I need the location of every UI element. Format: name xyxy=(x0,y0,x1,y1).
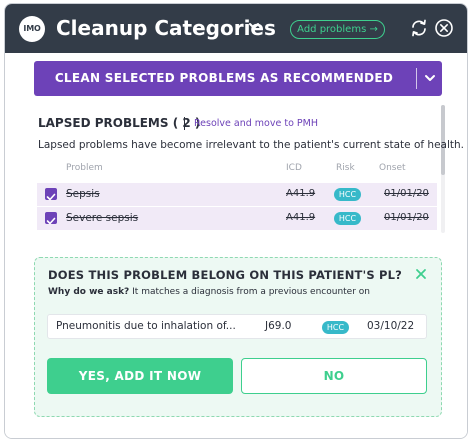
section-description: Lapsed problems have become irrelevant t… xyxy=(38,139,465,151)
page-title[interactable]: Cleanup Categories xyxy=(56,16,276,40)
checkmark-icon xyxy=(46,217,56,225)
table-row[interactable]: Severe sepsis A41.9 HCC 01/01/20 xyxy=(37,207,437,230)
content-area: CLEAN SELECTED PROBLEMS AS RECOMMENDED L… xyxy=(5,53,467,438)
risk-badge: HCC xyxy=(322,321,349,334)
risk-badge: HCC xyxy=(334,188,361,201)
cleanup-window: IMO Cleanup Categories Add problems → CL… xyxy=(4,3,468,439)
why-text: It matches a diagnosis from a previous e… xyxy=(132,287,370,297)
diagnosis-date: 03/10/22 xyxy=(367,320,415,332)
diagnosis-name: Pneumonitis due to inhalation of... xyxy=(56,320,236,332)
close-icon[interactable] xyxy=(434,18,454,38)
checkmark-icon xyxy=(46,193,56,201)
column-header-icd: ICD xyxy=(286,163,302,173)
risk-badge: HCC xyxy=(334,212,361,225)
chevron-down-icon[interactable] xyxy=(423,72,437,84)
clean-selected-button[interactable]: CLEAN SELECTED PROBLEMS AS RECOMMENDED xyxy=(34,61,414,96)
problem-name: Sepsis xyxy=(66,188,100,200)
suggestion-question: DOES THIS PROBLEM BELONG ON THIS PATIENT… xyxy=(48,268,403,282)
column-header-onset: Onset xyxy=(379,163,406,173)
suggested-diagnosis-row: Pneumonitis due to inhalation of... J69.… xyxy=(47,314,427,339)
checkbox-checked-icon[interactable] xyxy=(45,212,57,225)
problem-name: Severe sepsis xyxy=(66,212,139,224)
suggestion-panel: DOES THIS PROBLEM BELONG ON THIS PATIENT… xyxy=(34,257,442,417)
section-divider xyxy=(184,117,185,130)
why-label: Why do we ask? xyxy=(48,287,130,297)
clean-selected-split-button: CLEAN SELECTED PROBLEMS AS RECOMMENDED xyxy=(34,61,442,96)
checkbox-checked-icon[interactable] xyxy=(45,188,57,201)
why-explanation: Why do we ask? It matches a diagnosis fr… xyxy=(48,287,370,297)
add-problems-button[interactable]: Add problems → xyxy=(290,20,385,39)
yes-add-button[interactable]: YES, ADD IT NOW xyxy=(47,358,233,394)
resolve-move-pmh-link[interactable]: Resolve and move to PMH xyxy=(194,118,318,129)
problem-onset: 01/01/20 xyxy=(384,188,429,199)
column-header-problem: Problem xyxy=(66,163,103,173)
column-header-risk: Risk xyxy=(336,163,355,173)
no-button[interactable]: NO xyxy=(241,358,427,394)
close-icon[interactable] xyxy=(415,268,427,280)
imo-logo: IMO xyxy=(19,16,45,42)
problem-icd: A41.9 xyxy=(286,212,316,223)
chevron-down-icon[interactable] xyxy=(248,21,260,31)
split-divider xyxy=(416,68,417,89)
diagnosis-icd: J69.0 xyxy=(265,320,292,332)
problem-icd: A41.9 xyxy=(286,188,316,199)
refresh-icon[interactable] xyxy=(409,18,429,38)
title-bar: IMO Cleanup Categories Add problems → xyxy=(5,4,467,53)
problem-onset: 01/01/20 xyxy=(384,212,429,223)
table-row[interactable]: Sepsis A41.9 HCC 01/01/20 xyxy=(37,183,437,206)
section-title: LAPSED PROBLEMS ( 2 ) xyxy=(38,116,201,130)
